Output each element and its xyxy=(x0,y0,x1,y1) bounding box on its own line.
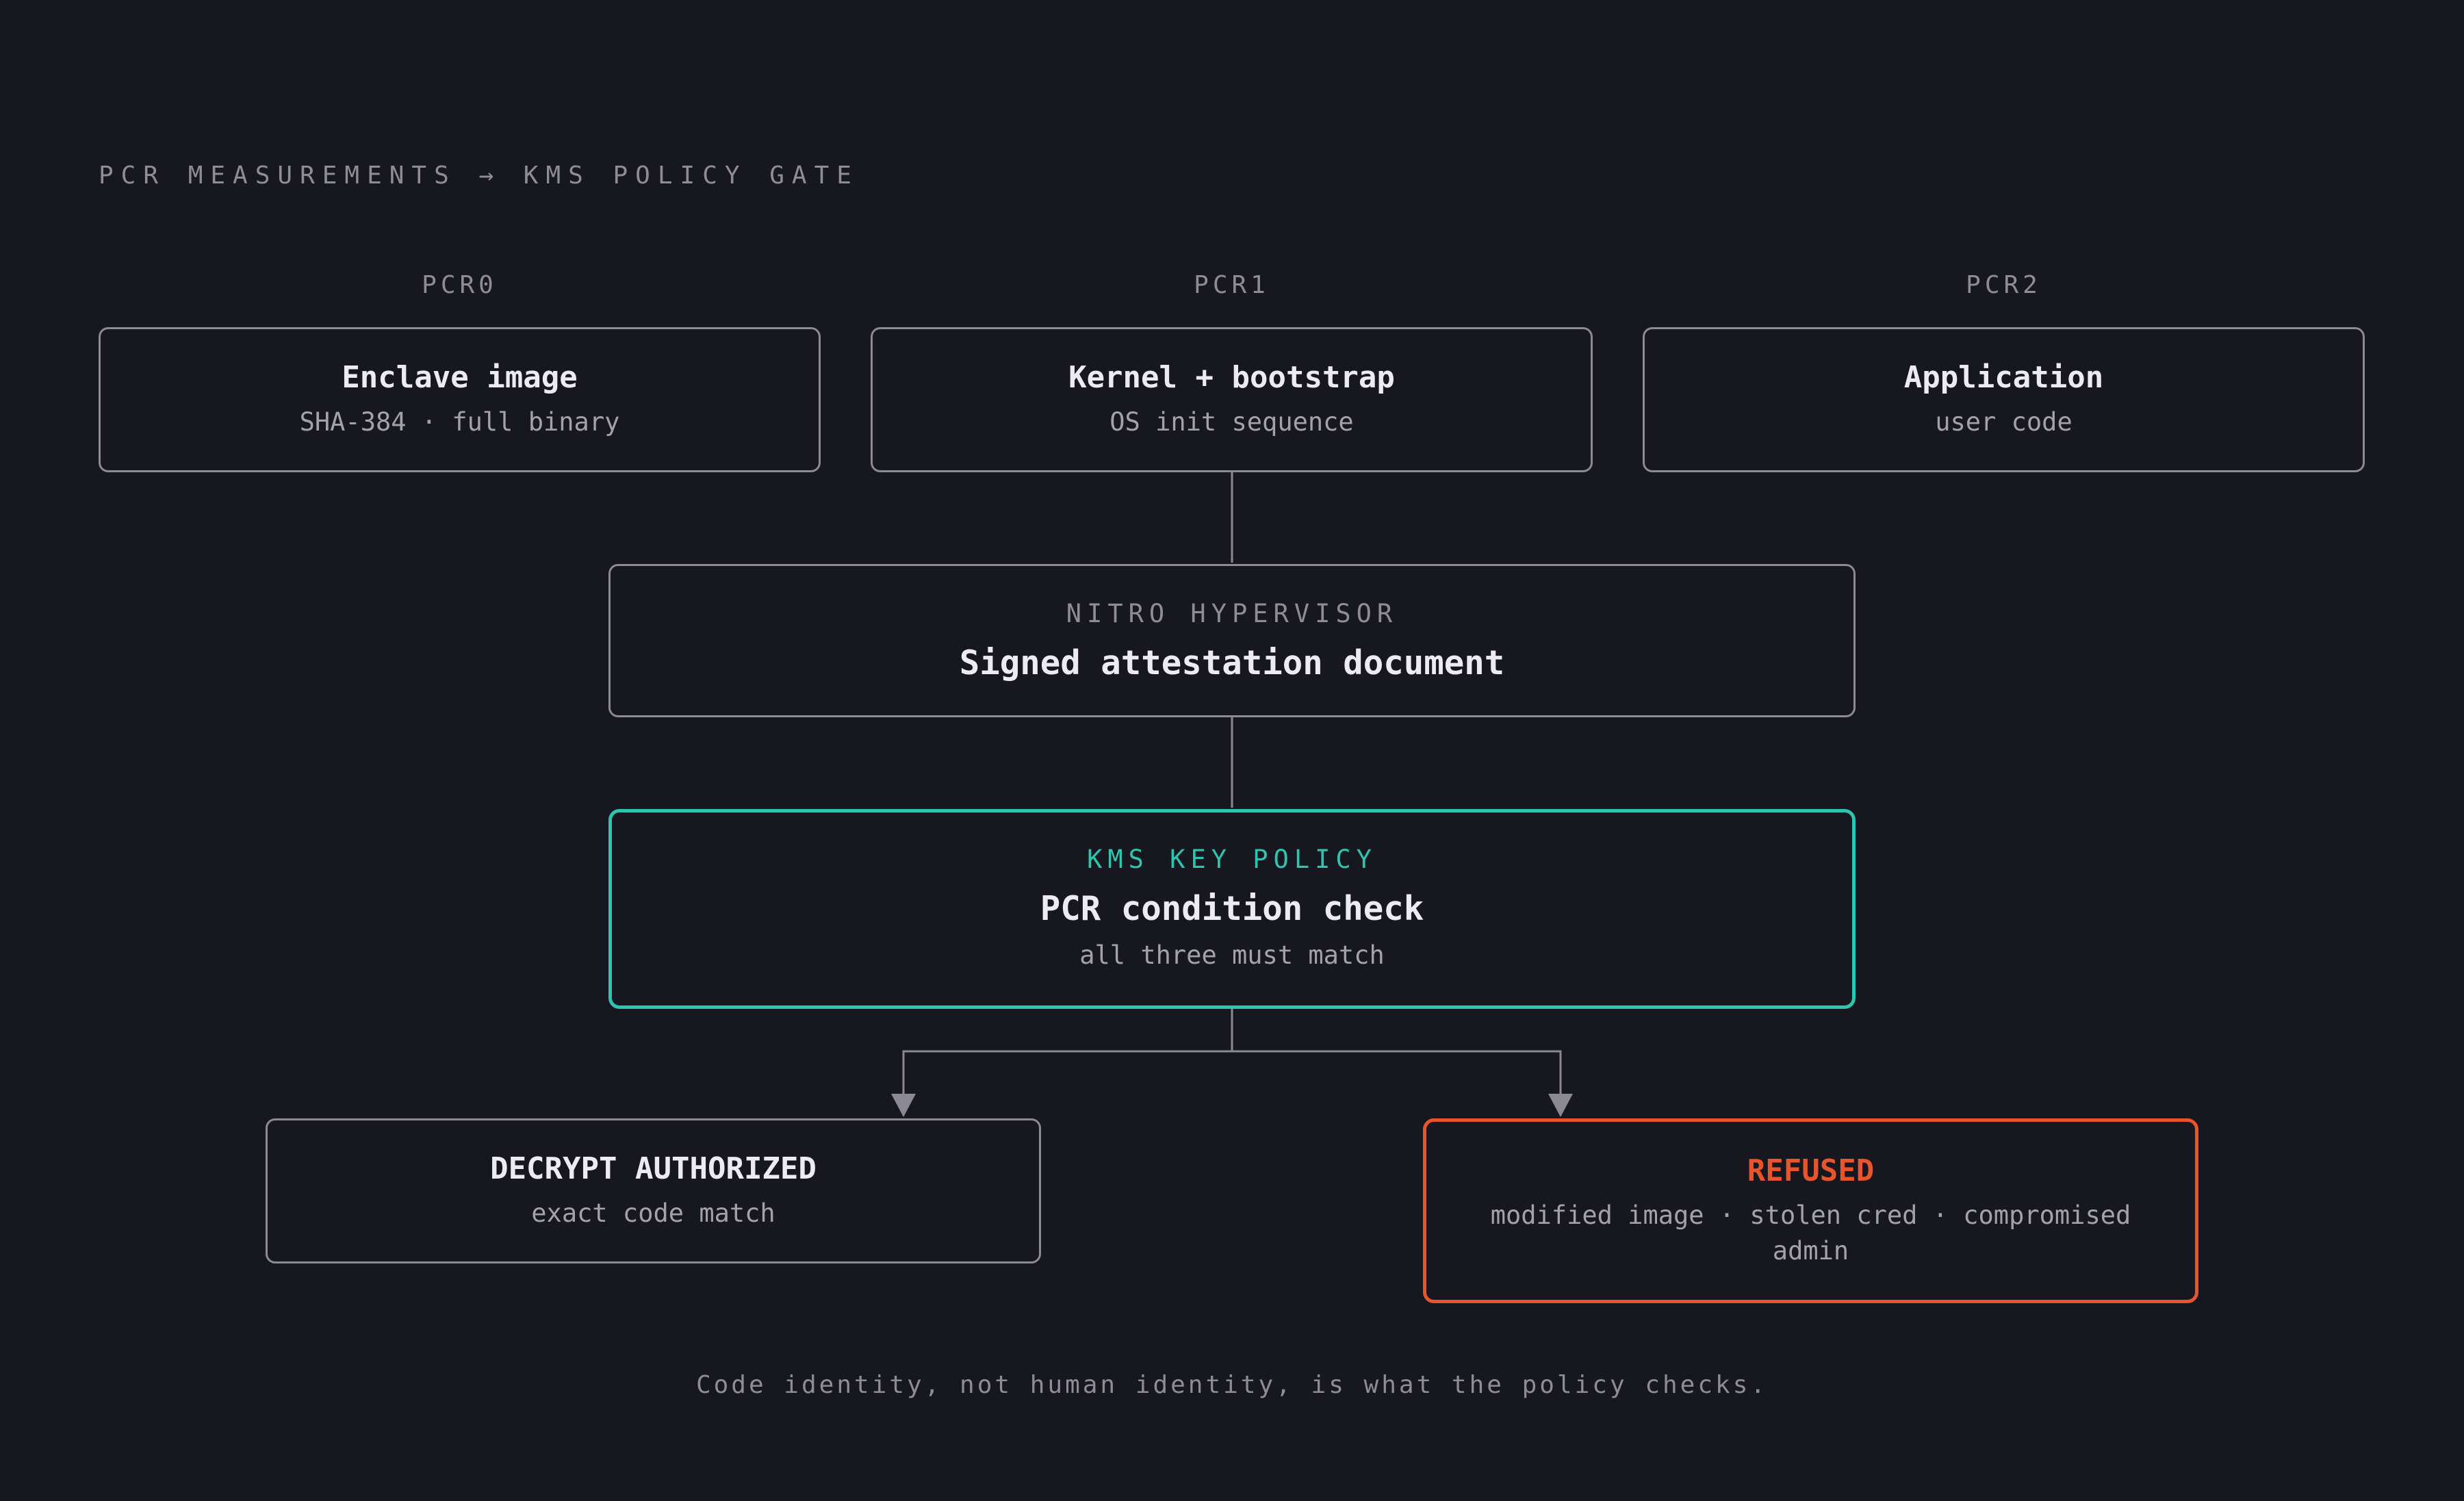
authorized-subtitle: exact code match xyxy=(531,1198,775,1228)
hypervisor-kicker: NITRO HYPERVISOR xyxy=(1066,599,1398,628)
refused-subtitle: modified image · stolen cred · compromis… xyxy=(1490,1200,2131,1266)
hypervisor-title: Signed attestation document xyxy=(959,643,1505,682)
pcr0-title: Enclave image xyxy=(342,359,578,395)
decrypt-authorized-box: DECRYPT AUTHORIZED exact code match xyxy=(266,1118,1041,1263)
hypervisor-box: NITRO HYPERVISOR Signed attestation docu… xyxy=(608,564,1856,717)
pcr2-label: PCR2 xyxy=(1966,271,2042,299)
pcr0-box: Enclave image SHA-384 · full binary xyxy=(99,327,821,472)
footer-note: Code identity, not human identity, is wh… xyxy=(695,1371,1769,1399)
kms-policy-box: KMS KEY POLICY PCR condition check all t… xyxy=(608,809,1856,1009)
pcr1-label: PCR1 xyxy=(1194,271,1270,299)
policy-to-outcomes-line xyxy=(902,1050,1562,1102)
pcr1-title: Kernel + bootstrap xyxy=(1068,359,1395,395)
pcr0-label: PCR0 xyxy=(422,271,498,299)
pcr2-title: Application xyxy=(1903,359,2104,395)
policy-title: PCR condition check xyxy=(1040,889,1424,929)
authorized-title: DECRYPT AUTHORIZED xyxy=(490,1151,817,1186)
arrow-to-refused-icon xyxy=(1548,1094,1573,1117)
arrow-to-authorized-icon xyxy=(891,1094,916,1117)
refused-title: REFUSED xyxy=(1747,1153,1875,1188)
pcr0-subtitle: SHA-384 · full binary xyxy=(299,407,620,437)
pcr2-subtitle: user code xyxy=(1935,407,2072,437)
pcr1-box: Kernel + bootstrap OS init sequence xyxy=(871,327,1593,472)
pcr1-subtitle: OS init sequence xyxy=(1109,407,1354,437)
policy-subtitle: all three must match xyxy=(1079,940,1385,971)
policy-kicker: KMS KEY POLICY xyxy=(1087,845,1377,875)
pcr2-box: Application user code xyxy=(1643,327,2365,472)
refused-box: REFUSED modified image · stolen cred · c… xyxy=(1423,1118,2198,1303)
